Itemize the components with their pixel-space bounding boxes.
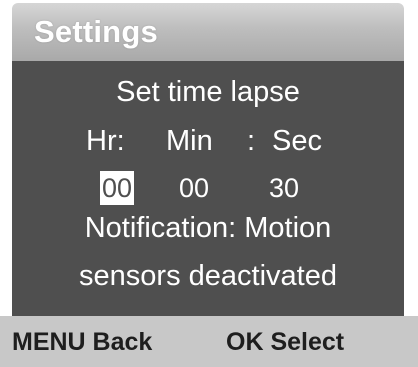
seconds-value-field[interactable]: 30 — [269, 171, 299, 205]
settings-screen: Settings Set time lapse Hr: Min : Sec 00… — [0, 0, 418, 367]
notification-line-2: sensors deactivated — [79, 260, 337, 292]
hour-label: Hr: — [86, 125, 125, 157]
time-lapse-panel: Set time lapse Hr: Min : Sec 00 00 30 No… — [12, 61, 404, 316]
minute-label: Min — [166, 125, 213, 157]
ok-select-button[interactable]: OK Select — [226, 328, 344, 357]
minute-second-separator: : — [247, 125, 256, 157]
minutes-value-field[interactable]: 00 — [179, 171, 209, 205]
second-label: Sec — [272, 125, 322, 157]
menu-back-button[interactable]: MENU Back — [12, 328, 152, 357]
time-values-row: 00 00 30 — [12, 167, 404, 207]
notification-line-1: Notification: Motion — [84, 212, 332, 244]
time-lapse-title: Set time lapse — [116, 76, 300, 108]
page-title: Settings — [34, 14, 158, 49]
header-bar: Settings — [12, 3, 404, 61]
hours-value-field[interactable]: 00 — [100, 171, 135, 205]
footer-bar: MENU Back OK Select — [0, 316, 418, 367]
